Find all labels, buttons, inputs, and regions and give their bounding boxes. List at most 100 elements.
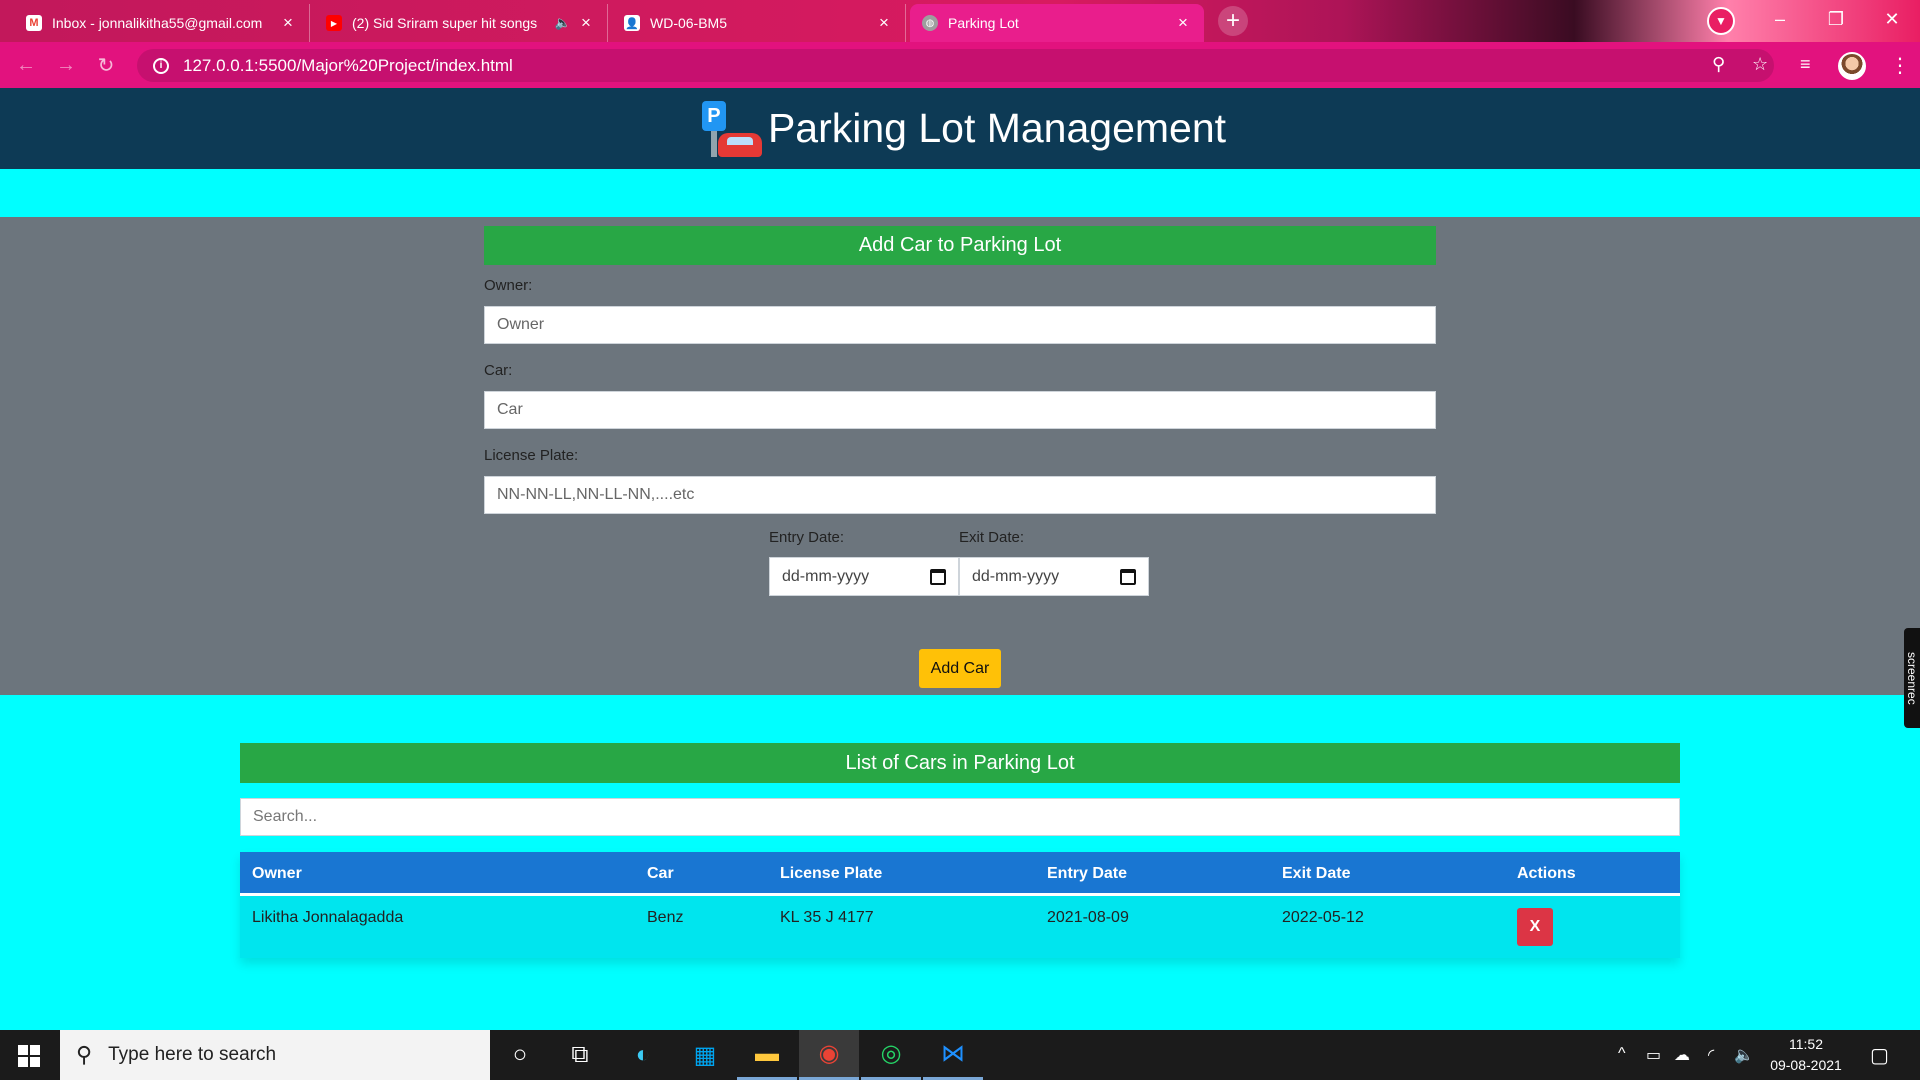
new-tab-button[interactable]: +	[1218, 6, 1248, 36]
column-header-entry-date: Entry Date	[1047, 865, 1128, 882]
whatsapp-icon[interactable]: ◎	[861, 1030, 921, 1080]
form-heading: Add Car to Parking Lot	[484, 226, 1436, 265]
license-plate-label: License Plate:	[484, 447, 579, 464]
list-heading: List of Cars in Parking Lot	[240, 743, 1680, 783]
speaker-icon[interactable]: 🔈	[555, 15, 571, 31]
notification-icon[interactable]: ▢	[1870, 1043, 1889, 1068]
restore-icon[interactable]: ❐	[1808, 0, 1864, 40]
parking-logo-icon: P	[694, 99, 764, 167]
browser-tab-strip: M Inbox - jonnalikitha55@gmail.com × ▶ (…	[0, 0, 1920, 42]
search-icon: ⚲	[76, 1042, 93, 1067]
cell-entry-date: 2021-08-09	[1047, 909, 1129, 926]
reload-icon[interactable]: ↻	[92, 51, 120, 79]
tab-close-button[interactable]: ×	[577, 13, 595, 33]
chrome-icon[interactable]: ◉	[799, 1030, 859, 1080]
site-info-icon[interactable]: i	[153, 57, 169, 74]
youtube-icon: ▶	[326, 15, 342, 31]
car-label: Car:	[484, 362, 513, 379]
cell-license-plate: KL 35 J 4177	[780, 909, 874, 926]
exit-date-label: Exit Date:	[959, 529, 1025, 546]
cell-car: Benz	[647, 909, 684, 926]
exit-date-placeholder: dd-mm-yyyy	[972, 567, 1060, 585]
column-header-exit-date: Exit Date	[1282, 865, 1351, 882]
close-window-icon[interactable]: ✕	[1864, 0, 1920, 40]
vscode-icon[interactable]: ⋈	[923, 1030, 983, 1080]
battery-icon[interactable]: ▭	[1646, 1045, 1661, 1065]
entry-date-placeholder: dd-mm-yyyy	[782, 567, 870, 585]
tab-youtube[interactable]: ▶ (2) Sid Sriram super hit songs 🔈 ×	[314, 4, 608, 42]
car-list-section: List of Cars in Parking Lot Search... Ow…	[240, 743, 1680, 958]
minimize-icon[interactable]: –	[1752, 0, 1808, 40]
tab-close-button[interactable]: ×	[279, 13, 297, 33]
wifi-icon[interactable]: ◜	[1708, 1045, 1714, 1065]
page-title: Parking Lot Management	[767, 105, 1227, 151]
tab-title: Inbox - jonnalikitha55@gmail.com	[52, 15, 263, 31]
license-plate-input[interactable]: NN-NN-LL,NN-LL-NN,....etc	[484, 476, 1436, 514]
window-controls: – ❐ ✕	[1752, 0, 1920, 40]
entry-date-input[interactable]: dd-mm-yyyy	[769, 557, 959, 596]
tab-title: (2) Sid Sriram super hit songs	[352, 15, 538, 31]
tab-close-button[interactable]: ×	[875, 13, 893, 33]
tab-title: Parking Lot	[948, 15, 1019, 31]
entry-date-label: Entry Date:	[769, 529, 845, 546]
entry-date-group: Entry Date: dd-mm-yyyy	[769, 529, 959, 596]
address-bar[interactable]: i 127.0.0.1:5500/Major%20Project/index.h…	[137, 49, 1774, 82]
contact-icon: 👤	[624, 15, 640, 31]
taskbar-clock[interactable]: 11:52 09-08-2021	[1756, 1034, 1856, 1076]
menu-kebab-icon[interactable]: ⋮	[1890, 53, 1910, 78]
tab-parking-lot[interactable]: ◍ Parking Lot ×	[910, 4, 1204, 42]
column-header-license-plate: License Plate	[780, 865, 883, 882]
taskbar-search[interactable]: ⚲ Type here to search	[60, 1030, 490, 1080]
exit-date-input[interactable]: dd-mm-yyyy	[959, 557, 1149, 596]
owner-label: Owner:	[484, 277, 533, 294]
cars-table: Owner Car License Plate Entry Date Exit …	[240, 852, 1680, 958]
column-header-owner: Owner	[252, 865, 302, 882]
tab-close-button[interactable]: ×	[1174, 13, 1192, 33]
file-explorer-icon[interactable]: ▬	[737, 1030, 797, 1080]
bookmark-star-icon[interactable]: ☆	[1752, 54, 1768, 75]
car-input[interactable]: Car	[484, 391, 1436, 429]
search-input[interactable]: Search...	[240, 798, 1680, 836]
windows-start-icon[interactable]	[18, 1045, 40, 1067]
delete-car-button[interactable]: X	[1517, 908, 1553, 946]
taskbar: ⚲ Type here to search ○ ⧉ ◐ ▦ ▬ ◉ ◎ ⋈ ^ …	[0, 1030, 1920, 1080]
add-car-button[interactable]: Add Car	[919, 649, 1001, 688]
taskbar-search-placeholder: Type here to search	[108, 1044, 277, 1065]
tray-chevron-icon[interactable]: ^	[1618, 1045, 1626, 1063]
profile-avatar[interactable]	[1838, 52, 1866, 80]
url-text: 127.0.0.1:5500/Major%20Project/index.htm…	[183, 55, 513, 75]
zoom-icon[interactable]: ⚲	[1712, 54, 1725, 75]
gmail-icon: M	[26, 15, 42, 31]
tab-search-icon[interactable]: ▼	[1707, 7, 1735, 35]
edge-icon[interactable]: ◐	[613, 1030, 673, 1080]
back-icon[interactable]: ←	[12, 51, 40, 79]
volume-icon[interactable]: 🔈	[1734, 1045, 1754, 1065]
table-header: Owner Car License Plate Entry Date Exit …	[240, 852, 1680, 896]
browser-toolbar: ← → ↻ i 127.0.0.1:5500/Major%20Project/i…	[0, 42, 1920, 88]
tab-wd[interactable]: 👤 WD-06-BM5 ×	[612, 4, 906, 42]
app-header: P Parking Lot Management	[0, 88, 1920, 169]
clock-time: 11:52	[1789, 1036, 1823, 1052]
forward-icon[interactable]: →	[52, 51, 80, 79]
add-car-form: Add Car to Parking Lot Owner: Owner Car:…	[484, 226, 1436, 514]
column-header-actions: Actions	[1517, 865, 1576, 882]
cell-exit-date: 2022-05-12	[1282, 909, 1364, 926]
table-row: Likitha Jonnalagadda Benz KL 35 J 4177 2…	[240, 896, 1680, 958]
cell-owner: Likitha Jonnalagadda	[252, 909, 404, 926]
tab-title: WD-06-BM5	[650, 15, 728, 31]
store-icon[interactable]: ▦	[675, 1030, 735, 1080]
task-view-icon[interactable]: ⧉	[550, 1030, 610, 1080]
column-header-car: Car	[647, 865, 674, 882]
cloud-icon[interactable]: ☁	[1674, 1045, 1690, 1065]
globe-icon: ◍	[922, 15, 938, 31]
exit-date-group: Exit Date: dd-mm-yyyy	[959, 529, 1149, 596]
calendar-icon[interactable]	[930, 568, 946, 585]
owner-input[interactable]: Owner	[484, 306, 1436, 344]
reading-list-icon[interactable]: ≡	[1800, 54, 1811, 75]
clock-date: 09-08-2021	[1770, 1057, 1842, 1073]
screenrec-tab[interactable]: screenrec	[1904, 628, 1920, 728]
calendar-icon[interactable]	[1120, 568, 1136, 585]
cortana-icon[interactable]: ○	[490, 1030, 550, 1080]
tab-gmail[interactable]: M Inbox - jonnalikitha55@gmail.com ×	[14, 4, 310, 42]
add-car-section: Add Car to Parking Lot Owner: Owner Car:…	[0, 217, 1920, 695]
